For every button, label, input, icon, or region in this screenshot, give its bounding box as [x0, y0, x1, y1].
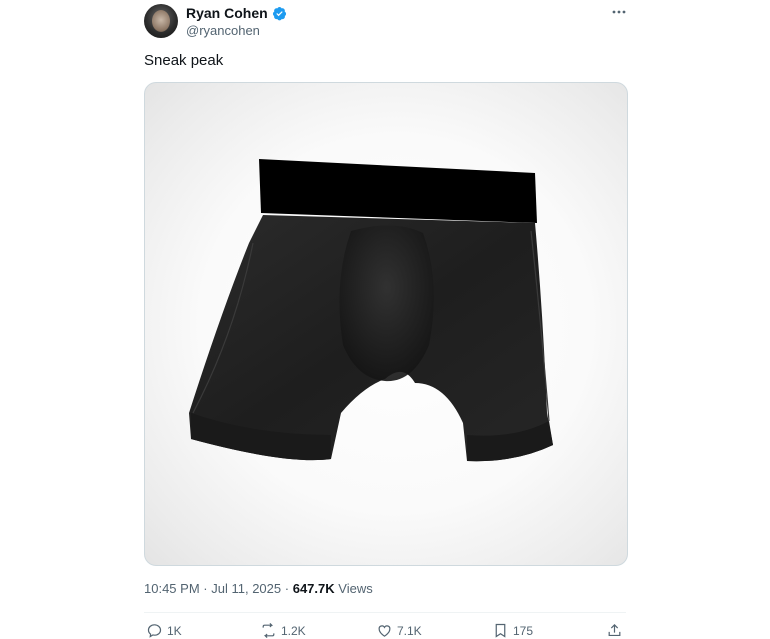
like-count: 7.1K: [397, 623, 422, 638]
share-button[interactable]: [606, 622, 623, 639]
views-label: Views: [338, 581, 373, 596]
display-name[interactable]: Ryan Cohen: [186, 5, 268, 21]
tweet-media-photo[interactable]: [144, 82, 628, 566]
meta-separator: ·: [203, 581, 208, 596]
bookmark-count: 175: [513, 623, 534, 638]
reply-button[interactable]: 1K: [146, 622, 182, 639]
repost-button[interactable]: 1.2K: [260, 622, 306, 639]
bookmark-icon: [495, 623, 506, 638]
tweet: Ryan Cohen @ryancohen Sneak peak 10:45 P…: [0, 0, 770, 639]
tweet-meta: 10:45 PM · Jul 11, 2025 · 647.7K Views: [144, 581, 373, 596]
action-bar: 1K 1.2K 7.1K 175: [0, 620, 770, 639]
repost-count: 1.2K: [281, 623, 306, 638]
views-count: 647.7K: [292, 581, 335, 596]
reply-count: 1K: [167, 623, 182, 638]
boxer-briefs-image: [189, 159, 553, 462]
share-icon: [608, 623, 621, 637]
avatar[interactable]: [144, 4, 178, 38]
heart-icon: [378, 625, 391, 637]
tweet-date[interactable]: Jul 11, 2025: [211, 581, 281, 596]
like-button[interactable]: 7.1K: [376, 622, 422, 639]
meta-separator: ·: [284, 581, 290, 596]
tweet-text: Sneak peak: [144, 52, 224, 69]
tweet-time[interactable]: 10:45 PM: [144, 581, 200, 596]
user-handle[interactable]: @ryancohen: [186, 23, 260, 38]
bookmark-button[interactable]: 175: [492, 622, 533, 639]
repost-icon: [262, 622, 275, 639]
reply-icon: [147, 624, 162, 638]
author-name-row: Ryan Cohen: [186, 5, 287, 21]
divider: [144, 612, 626, 613]
more-horizontal-icon[interactable]: [610, 5, 628, 19]
verified-badge-icon: [272, 6, 287, 21]
